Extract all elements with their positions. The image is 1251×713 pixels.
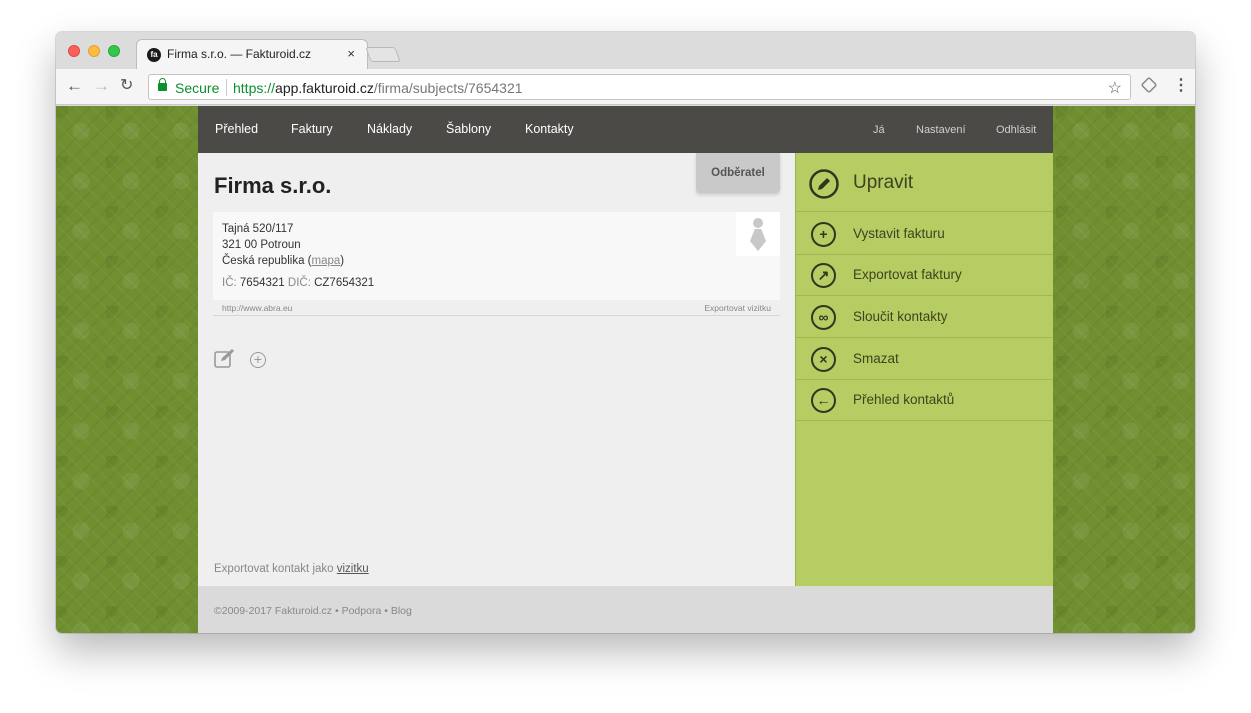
footer-separator: • — [384, 605, 388, 617]
dic-label: DIČ: — [287, 277, 311, 289]
export-invoices-action[interactable]: ↗ Exportovat faktury — [796, 254, 1053, 296]
top-navigation: Přehled Faktury Náklady Šablony Kontakty… — [198, 106, 1053, 153]
page-viewport: Přehled Faktury Náklady Šablony Kontakty… — [56, 106, 1195, 633]
tab-title: Firma s.r.o. — Fakturoid.cz — [167, 47, 312, 61]
contact-card-footer: http://www.abra.eu Exportovat vizitku — [213, 300, 780, 316]
back-arrow-icon: ← — [811, 388, 836, 413]
add-note-icon[interactable]: + — [250, 352, 266, 368]
export-contact-line: Exportovat kontakt jako vizitku — [214, 563, 369, 575]
copyright: ©2009-2017 Fakturoid.cz — [214, 605, 333, 617]
merge-contacts-action[interactable]: ∞ Sloučit kontakty — [796, 296, 1053, 338]
new-tab-button[interactable] — [365, 47, 401, 62]
action-sidebar: Upravit + Vystavit fakturu ↗ Exportovat … — [795, 153, 1053, 586]
export-icon: ↗ — [811, 263, 836, 288]
secure-label: Secure — [175, 80, 220, 96]
delete-icon: × — [811, 347, 836, 372]
edit-label: Upravit — [853, 172, 914, 193]
export-vcard-link[interactable]: Exportovat vizitku — [704, 303, 771, 313]
dic-value: CZ7654321 — [314, 277, 375, 289]
website-link[interactable]: http://www.abra.eu — [222, 303, 292, 313]
url-scheme: https:// — [233, 80, 276, 96]
contacts-overview-label: Přehled kontaktů — [853, 392, 955, 407]
avatar — [736, 212, 780, 256]
nav-item-sablony[interactable]: Šablony — [446, 122, 491, 136]
nav-item-naklady[interactable]: Náklady — [367, 122, 412, 136]
lock-icon — [158, 78, 167, 91]
browser-menu-icon[interactable]: ⋮ — [1173, 75, 1189, 95]
address-country-line: Česká republika (mapa) — [222, 255, 345, 267]
address-city: 321 00 Potroun — [222, 239, 301, 251]
nav-item-kontakty[interactable]: Kontakty — [525, 122, 574, 136]
reload-icon[interactable]: ↻ — [120, 77, 133, 95]
address-country: Česká republika — [222, 255, 305, 267]
forward-arrow-icon[interactable]: → — [93, 77, 110, 95]
fakturoid-favicon-icon: fa — [147, 48, 161, 62]
close-window-button[interactable] — [68, 45, 80, 57]
page-title: Firma s.r.o. — [214, 173, 332, 198]
merge-contacts-label: Sloučit kontakty — [853, 309, 948, 324]
minimize-window-button[interactable] — [88, 45, 100, 57]
browser-toolbar: ← → ↻ Secure https://app.fakturoid.cz/fi… — [56, 69, 1195, 105]
map-link[interactable]: mapa — [312, 255, 341, 267]
footer-separator: • — [334, 605, 339, 617]
ic-value: 7654321 — [239, 277, 285, 289]
browser-window: fa Firma s.r.o. — Fakturoid.cz × ← → ↻ S… — [56, 32, 1195, 633]
contact-detail: Firma s.r.o. Odběratel Tajná 520/117 321… — [198, 153, 795, 586]
extension-icon[interactable] — [1140, 76, 1158, 94]
nav-item-ja[interactable]: Já — [873, 124, 885, 136]
bookmark-star-icon[interactable]: ☆ — [1108, 78, 1122, 98]
nav-item-prehled[interactable]: Přehled — [215, 122, 258, 136]
tab-strip: fa Firma s.r.o. — Fakturoid.cz × — [56, 32, 1195, 69]
contact-card: Tajná 520/117 321 00 Potroun Česká repub… — [213, 212, 780, 300]
support-link[interactable]: Podpora — [342, 605, 382, 617]
avatar-tie-icon — [750, 229, 766, 251]
issue-invoice-label: Vystavit fakturu — [853, 226, 945, 241]
address-street: Tajná 520/117 — [222, 223, 294, 235]
edit-action[interactable]: Upravit — [796, 153, 1053, 212]
avatar-head-icon — [753, 218, 763, 228]
nav-item-odhlasit[interactable]: Odhlásit — [996, 124, 1036, 136]
nav-item-nastaveni[interactable]: Nastavení — [916, 124, 966, 136]
export-invoices-label: Exportovat faktury — [853, 267, 962, 282]
address-block: Tajná 520/117 321 00 Potroun Česká repub… — [222, 221, 344, 269]
export-contact-text: Exportovat kontakt jako — [214, 563, 334, 575]
merge-icon: ∞ — [811, 305, 836, 330]
browser-tab[interactable]: fa Firma s.r.o. — Fakturoid.cz × — [136, 39, 368, 69]
ic-label: IČ: — [222, 277, 237, 289]
delete-label: Smazat — [853, 351, 899, 366]
address-separator — [226, 79, 227, 96]
issue-invoice-action[interactable]: + Vystavit fakturu — [796, 213, 1053, 255]
back-arrow-icon[interactable]: ← — [66, 77, 83, 95]
export-contact-vcard-link[interactable]: vizitku — [337, 563, 369, 575]
contacts-overview-action[interactable]: ← Přehled kontaktů — [796, 379, 1053, 421]
footer-text: ©2009-2017 Fakturoid.cz • Podpora • Blog — [214, 605, 412, 617]
company-ids: IČ: 7654321 DIČ: CZ7654321 — [222, 277, 374, 289]
zoom-window-button[interactable] — [108, 45, 120, 57]
page-footer: ©2009-2017 Fakturoid.cz • Podpora • Blog — [198, 586, 1053, 633]
app-container: Přehled Faktury Náklady Šablony Kontakty… — [198, 106, 1053, 633]
url-path: /firma/subjects/7654321 — [373, 80, 523, 96]
delete-action[interactable]: × Smazat — [796, 338, 1053, 380]
nav-item-faktury[interactable]: Faktury — [291, 122, 333, 136]
contact-type-badge: Odběratel — [696, 153, 780, 193]
url-text[interactable]: https://app.fakturoid.cz/firma/subjects/… — [233, 80, 523, 96]
url-host: app.fakturoid.cz — [275, 80, 374, 96]
edit-note-icon[interactable] — [214, 348, 236, 368]
tab-close-icon[interactable]: × — [347, 46, 355, 61]
pencil-icon — [809, 169, 839, 199]
plus-icon: + — [811, 222, 836, 247]
blog-link[interactable]: Blog — [391, 605, 412, 617]
address-bar[interactable]: Secure https://app.fakturoid.cz/firma/su… — [148, 74, 1131, 100]
